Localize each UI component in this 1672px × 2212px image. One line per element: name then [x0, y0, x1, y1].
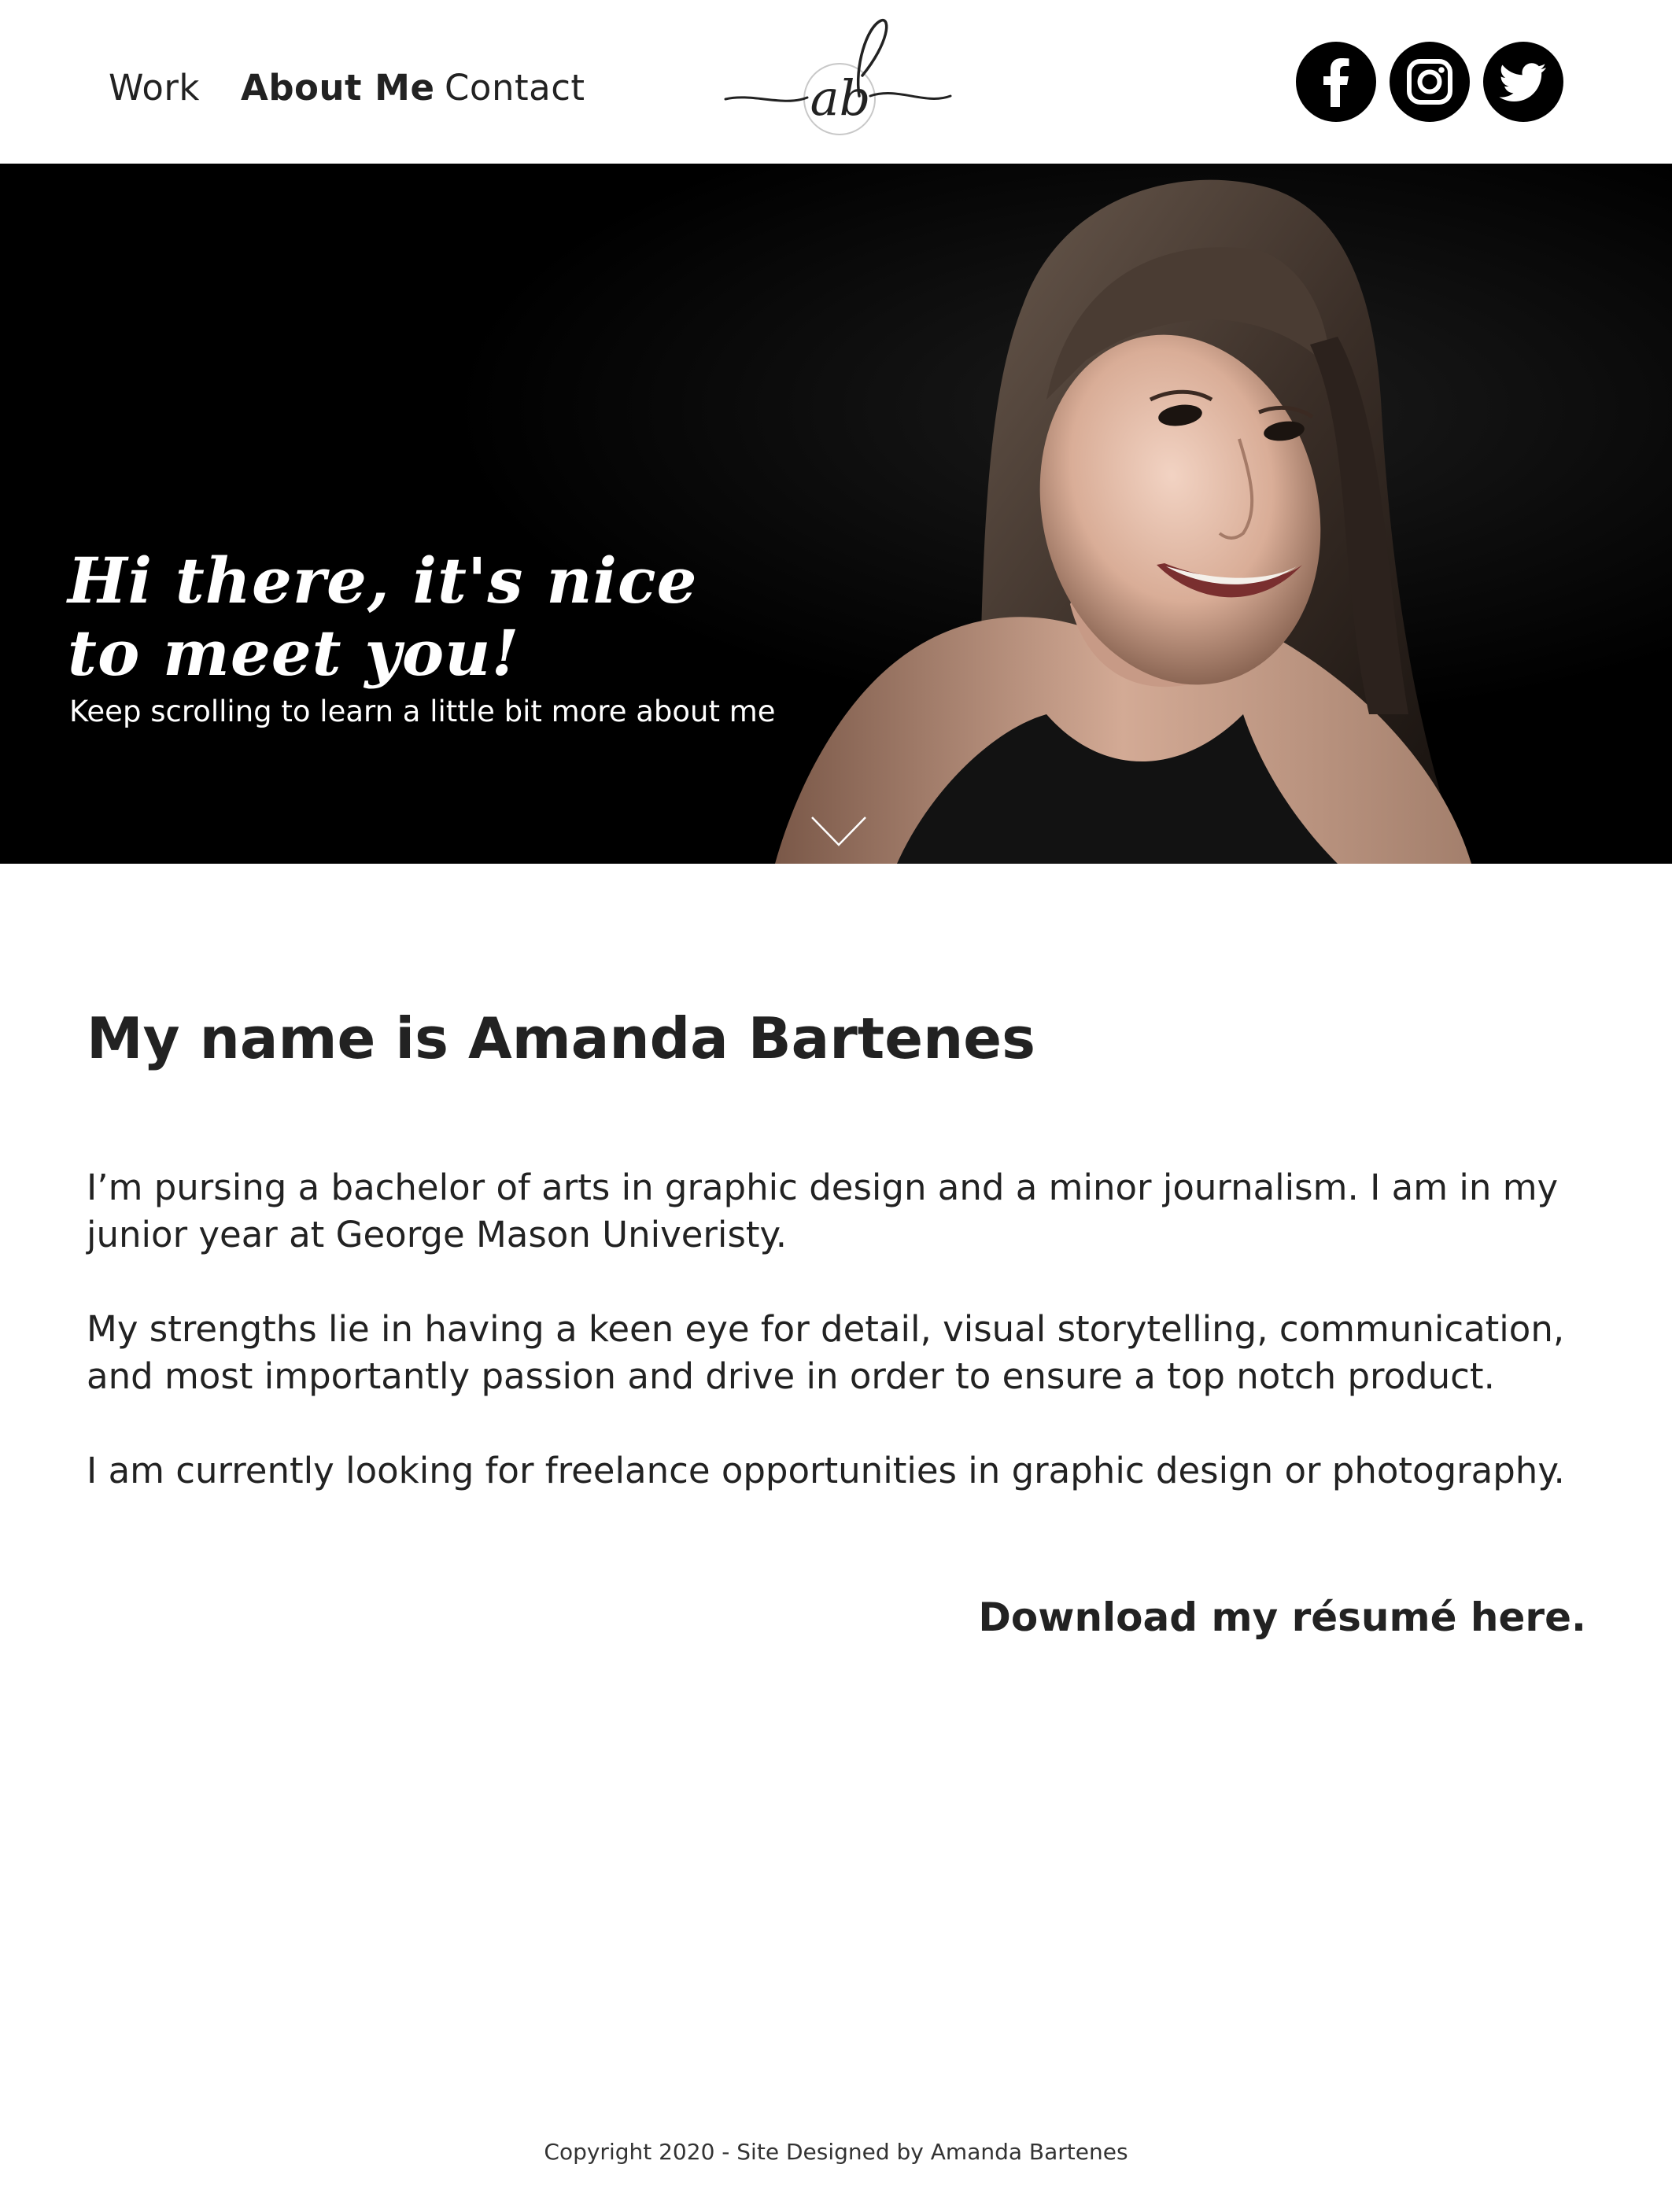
nav-about-me-link[interactable]: About Me: [241, 60, 434, 116]
hero-greeting: Hi there, it's nice to meet you!: [68, 544, 776, 689]
bio-paragraph-education: I’m pursing a bachelor of arts in graphi…: [87, 1167, 1559, 1255]
hero-subtitle: Keep scrolling to learn a little bit mor…: [69, 695, 776, 728]
copyright-text: Copyright 2020 - Site Designed by Amanda…: [544, 2139, 1128, 2165]
bio-paragraph-freelance: I am currently looking for freelance opp…: [87, 1450, 1565, 1491]
site-header: Work About Me Contact ab: [0, 0, 1672, 164]
download-resume-link[interactable]: Download my résumé here.: [928, 1589, 1586, 1646]
site-footer: Copyright 2020 - Site Designed by Amanda…: [0, 2136, 1672, 2168]
logo-text: ab: [810, 69, 871, 127]
twitter-icon: [1483, 42, 1563, 122]
page-title: My name is Amanda Bartenes: [87, 1005, 1035, 1071]
hero-greeting-line2: to meet you!: [68, 615, 520, 690]
scroll-down-button[interactable]: [810, 815, 867, 850]
facebook-link[interactable]: [1295, 41, 1377, 123]
site-logo[interactable]: ab: [721, 11, 957, 145]
chevron-down-icon: [811, 817, 866, 846]
logo-monogram-icon: ab: [724, 19, 952, 135]
twitter-link[interactable]: [1482, 41, 1564, 123]
instagram-icon: [1390, 42, 1470, 122]
bio-paragraph-strengths: My strengths lie in having a keen eye fo…: [87, 1308, 1565, 1397]
hero-greeting-line1: Hi there, it's nice: [68, 543, 698, 618]
nav-contact-link[interactable]: Contact: [445, 60, 585, 116]
nav-work-link[interactable]: Work: [109, 60, 200, 116]
hero-banner: Hi there, it's nice to meet you! Keep sc…: [0, 164, 1672, 864]
portrait-photo: [0, 164, 1672, 864]
facebook-icon: [1296, 42, 1376, 122]
instagram-link[interactable]: [1389, 41, 1471, 123]
